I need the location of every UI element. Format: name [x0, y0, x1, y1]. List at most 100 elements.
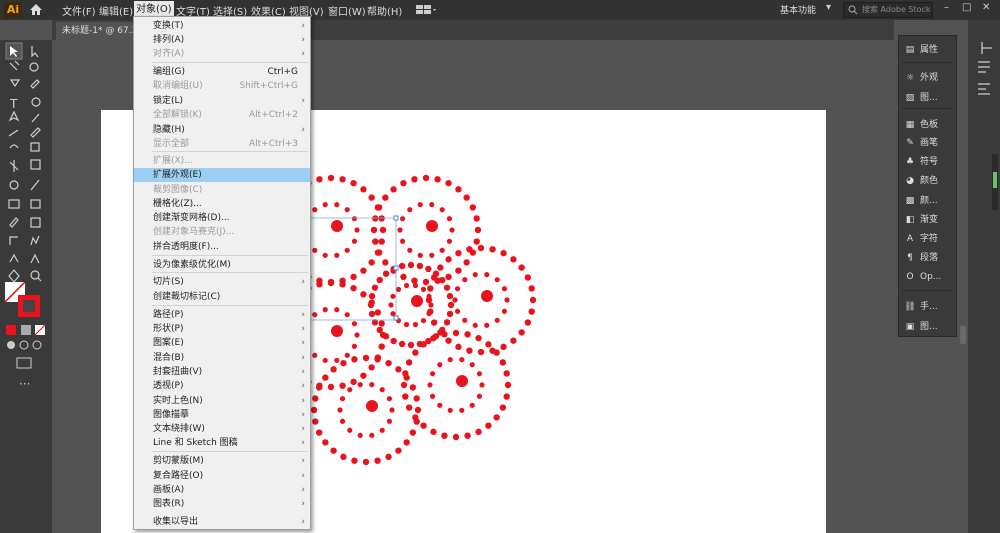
vertical-scrollbar[interactable]: [958, 40, 968, 533]
artwork-dot: [446, 238, 453, 244]
panel-tab[interactable]: ◕ 颜色: [904, 172, 954, 190]
submenu-arrow-icon: ›: [301, 367, 305, 377]
submenu-arrow-icon: ›: [301, 35, 305, 45]
maximize-icon[interactable]: □: [962, 2, 971, 13]
object-menu-item[interactable]: 拼合透明度(F)...: [134, 240, 310, 254]
object-menu-item[interactable]: 扩展(X)...: [134, 154, 310, 168]
artwork-dot: [529, 296, 537, 304]
adobe-stock-search[interactable]: 搜索 Adobe Stock: [843, 2, 933, 18]
object-menu-item[interactable]: 全部解锁(K) Alt+Ctrl+2: [134, 108, 310, 122]
object-menu-item[interactable]: 设为像素级优化(M): [134, 258, 310, 272]
object-menu-item[interactable]: 图表(R) ›: [134, 497, 310, 511]
menu-item-label: 实时上色(N): [153, 396, 203, 406]
swatches-icon: ▦: [905, 120, 915, 130]
menu-item-label: 取消编组(U): [153, 81, 203, 91]
artwork-dot: [429, 393, 436, 399]
object-menu-item[interactable]: 排列(A) ›: [134, 33, 310, 47]
artwork-dot: [499, 404, 507, 411]
artwork-dot: [459, 407, 465, 413]
menu-item-shortcut: Alt+Ctrl+3: [248, 139, 298, 149]
artwork-dot: [474, 226, 482, 234]
menu-help[interactable]: 帮助(H): [367, 3, 402, 18]
panel-tab[interactable]: ▣ 图...: [904, 318, 954, 336]
object-menu-item[interactable]: 创建裁切标记(C): [134, 290, 310, 304]
close-icon[interactable]: ✕: [982, 2, 990, 13]
artwork-dot: [350, 378, 357, 386]
object-menu-item[interactable]: 编组(G) Ctrl+G: [134, 65, 310, 79]
artwork-dot: [417, 252, 423, 258]
panel-tab[interactable]: O Op...: [904, 268, 954, 286]
artwork-dot: [386, 418, 393, 424]
object-menu-item[interactable]: 隐藏(H) ›: [134, 123, 310, 137]
panel-tab[interactable]: ☼ 外观: [904, 69, 954, 87]
object-menu-item[interactable]: 变换(T) ›: [134, 19, 310, 33]
artwork-dot: [385, 453, 392, 461]
artwork-dot: [379, 387, 385, 393]
object-menu-item[interactable]: 混合(B) ›: [134, 351, 310, 365]
artwork-dot: [310, 406, 318, 414]
object-menu-item[interactable]: 复合路径(O) ›: [134, 469, 310, 483]
object-menu-item[interactable]: 栅格化(Z)...: [134, 197, 310, 211]
object-menu-item[interactable]: 文本绕排(W) ›: [134, 422, 310, 436]
artwork-dot: [455, 343, 462, 351]
object-menu-item[interactable]: 切片(S) ›: [134, 275, 310, 289]
panel-tab[interactable]: ⛓ 手...: [904, 298, 954, 316]
object-menu-item[interactable]: 创建渐变网格(D)...: [134, 211, 310, 225]
chevron-down-icon[interactable]: ▾: [826, 2, 831, 13]
artwork-dot: [411, 277, 418, 284]
home-icon[interactable]: [29, 3, 43, 16]
menu-item-label: Line 和 Sketch 图稿: [153, 438, 238, 448]
object-menu-item[interactable]: 取消编组(U) Shift+Ctrl+G: [134, 79, 310, 93]
artwork-dot: [351, 343, 358, 349]
object-menu-item[interactable]: 画板(A) ›: [134, 483, 310, 497]
menu-item-label: 透视(P): [153, 381, 184, 391]
artwork-dot: [446, 216, 453, 222]
panel-tab[interactable]: ♣ 符号: [904, 153, 954, 171]
artwork-dot: [499, 359, 507, 366]
object-menu-item[interactable]: 图像描摹 ›: [134, 408, 310, 422]
menu-item-label: 隐藏(H): [153, 125, 185, 135]
object-menu-item[interactable]: 透视(P) ›: [134, 379, 310, 393]
paragraph-icon: ¶: [907, 253, 913, 263]
artwork-dot: [477, 348, 485, 356]
object-menu-item[interactable]: 锁定(L) ›: [134, 94, 310, 108]
menu-item-label: 图像描摹: [153, 410, 190, 420]
menu-edit[interactable]: 编辑(E): [99, 3, 133, 18]
object-menu-item[interactable]: 裁剪图像(C): [134, 183, 310, 197]
minimize-icon[interactable]: –: [944, 2, 949, 13]
panel-tab[interactable]: ▦ 色板: [904, 116, 954, 134]
artwork-dot: [420, 286, 427, 292]
scrollbar-thumb[interactable]: [960, 326, 966, 344]
object-menu-item[interactable]: 路径(P) ›: [134, 308, 310, 322]
object-menu-item[interactable]: 显示全部 Alt+Ctrl+3: [134, 137, 310, 151]
panel-tab[interactable]: ◧ 渐变: [904, 211, 954, 229]
object-menu-item[interactable]: 收集以导出 ›: [134, 515, 310, 529]
panel-tab[interactable]: ▤ 属性: [904, 41, 954, 59]
artwork-dot: [452, 433, 460, 441]
menu-file[interactable]: 文件(F): [62, 3, 96, 18]
object-menu-item[interactable]: 形状(P) ›: [134, 322, 310, 336]
menu-item-label: 编组(G): [153, 67, 185, 77]
panel-tab[interactable]: A 字符: [904, 230, 954, 248]
arrange-documents-icon[interactable]: [415, 4, 437, 16]
panel-tab[interactable]: ▩ 颜...: [904, 192, 954, 210]
artwork-dot: [464, 432, 471, 439]
artwork-dot: [385, 359, 392, 367]
panel-tab[interactable]: ▨ 图...: [904, 89, 954, 107]
panel-tab[interactable]: ¶ 段落: [904, 249, 954, 267]
object-menu-item[interactable]: 图案(E) ›: [134, 336, 310, 350]
object-menu-item[interactable]: 扩展外观(E): [134, 168, 310, 182]
artwork-core: [456, 375, 468, 387]
object-menu-item[interactable]: Line 和 Sketch 图稿 ›: [134, 436, 310, 450]
menu-window[interactable]: 窗口(W): [328, 3, 366, 18]
panel-tab-label: 渐变: [920, 215, 939, 225]
panel-tab[interactable]: ✎ 画笔: [904, 134, 954, 152]
workspace-switcher[interactable]: 基本功能: [780, 3, 816, 16]
object-menu-item[interactable]: 创建对象马赛克(J)...: [134, 225, 310, 239]
object-menu-item[interactable]: 剪切蒙版(M) ›: [134, 454, 310, 468]
panel-separator: [902, 62, 953, 63]
artwork-core: [426, 220, 438, 232]
object-menu-item[interactable]: 实时上色(N) ›: [134, 394, 310, 408]
object-menu-item[interactable]: 对齐(A) ›: [134, 47, 310, 61]
object-menu-item[interactable]: 封套扭曲(V) ›: [134, 365, 310, 379]
